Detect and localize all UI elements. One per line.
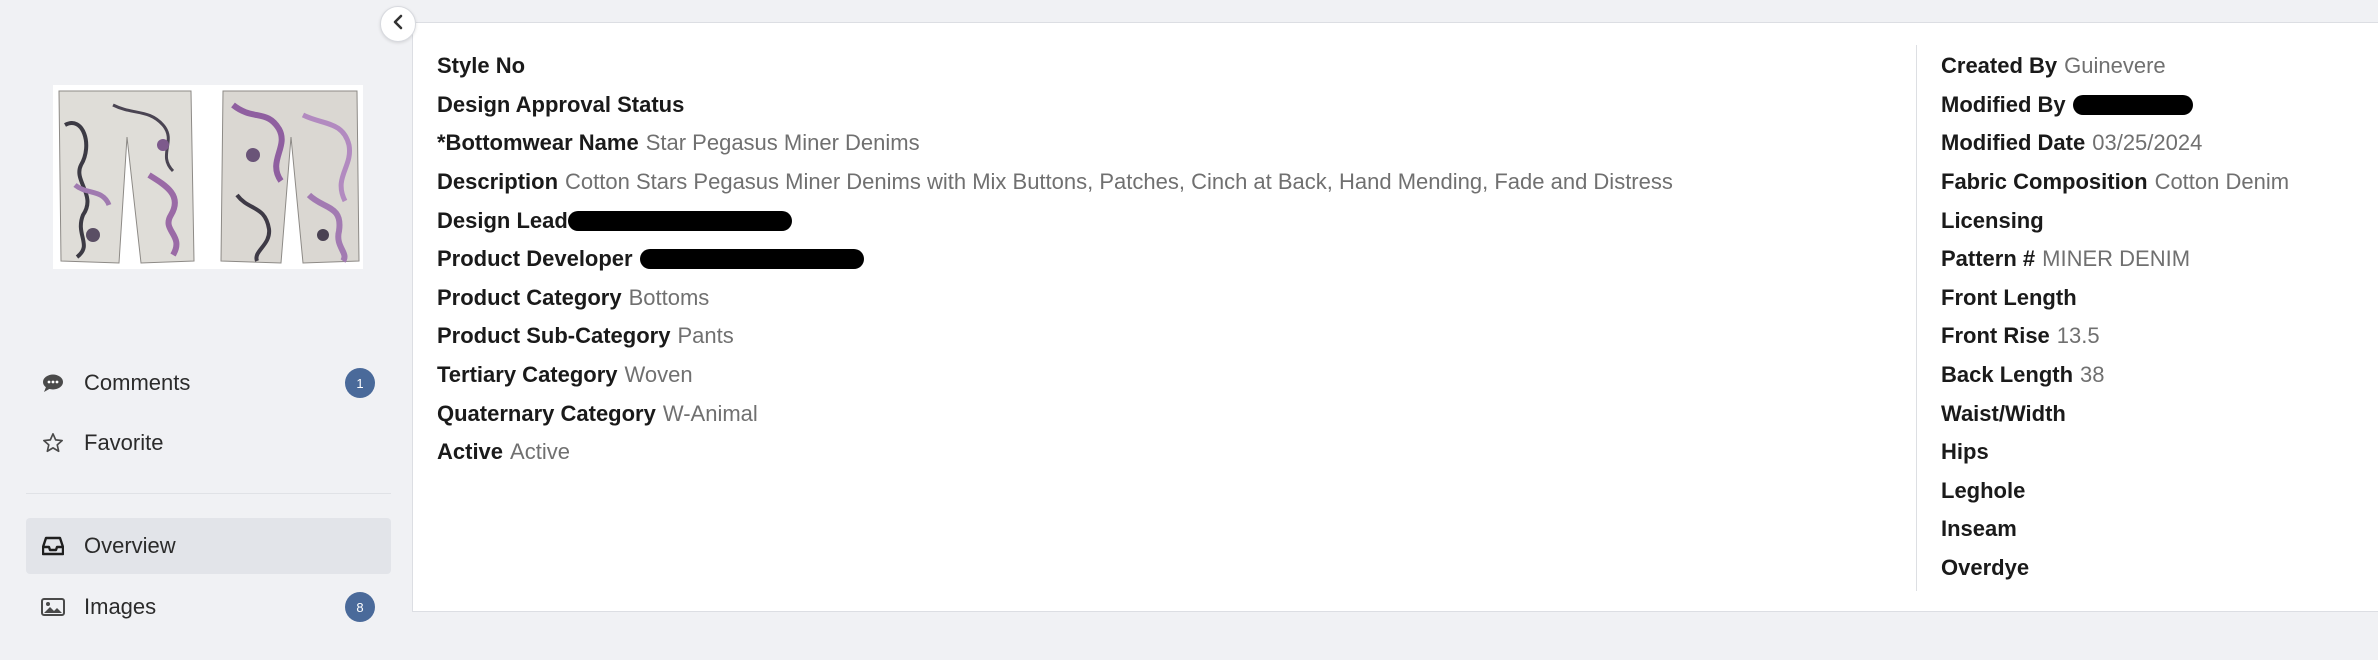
field-back-length: Back Length 38 [1941,356,2371,395]
field-hips: Hips [1941,433,2371,472]
field-label: Waist/Width [1941,400,2066,426]
field-value: 03/25/2024 [2092,130,2203,156]
images-count-badge: 8 [345,592,375,622]
field-label: Design Approval Status [437,91,685,117]
field-label: Description [437,169,559,195]
redacted-value [567,210,792,231]
field-value: Pants [677,323,734,349]
field-label: Design Lead [437,207,568,233]
field-leghole: Leghole [1941,472,2371,511]
sidebar-divider [26,493,391,494]
sidebar-item-images[interactable]: Images 8 [26,579,391,635]
sidebar-item-label: Favorite [84,430,164,455]
field-label: Product Category [437,284,622,310]
star-outline-icon [40,430,66,456]
field-modified-by: Modified By [1941,86,2371,125]
field-modified-date: Modified Date 03/25/2024 [1941,124,2371,163]
field-label: Modified By [1941,91,2066,117]
field-label: *Bottomwear Name [437,130,639,156]
product-thumbnail[interactable] [53,85,363,269]
field-value: Cotton Denim [2154,169,2290,195]
inbox-icon [40,533,66,559]
field-label: Active [437,439,504,465]
field-value: 38 [2080,362,2105,388]
comments-count-badge: 1 [345,368,375,398]
sidebar-item-label: Overview [84,533,176,558]
field-label: Inseam [1941,516,2017,542]
field-label: Back Length [1941,362,2074,388]
field-label: Pattern # [1941,246,2036,272]
sidebar-item-comments[interactable]: Comments 1 [26,355,391,411]
field-licensing: Licensing [1941,201,2371,240]
field-created-by: Created By Guinevere [1941,47,2371,86]
field-inseam: Inseam [1941,510,2371,549]
field-label: Fabric Composition [1941,169,2148,195]
sidebar: Comments 1 Favorite Overview Images 8 [0,0,402,660]
field-label: Quaternary Category [437,400,656,426]
field-overdye: Overdye [1941,549,2371,588]
field-fabric-composition: Fabric Composition Cotton Denim [1941,163,2371,202]
sidebar-item-favorite[interactable]: Favorite [26,415,391,471]
sidebar-item-overview[interactable]: Overview [26,518,391,574]
sidebar-item-label: Comments [84,370,191,395]
field-waist-width: Waist/Width [1941,394,2371,433]
field-label: Product Sub-Category [437,323,671,349]
redacted-value [2072,94,2193,115]
field-front-length: Front Length [1941,279,2371,318]
field-label: Front Length [1941,284,2077,310]
collapse-sidebar-button[interactable] [380,6,416,42]
field-label: Modified Date [1941,130,2086,156]
field-value: Star Pegasus Miner Denims [645,130,920,156]
field-value: 13.5 [2056,323,2100,349]
field-label: Created By [1941,53,2058,79]
field-value: Cotton Stars Pegasus Miner Denims with M… [565,169,1673,195]
field-value: Woven [624,362,693,388]
details-right-column: Created By Guinevere Modified By Modifie… [1941,47,2371,587]
field-value: Guinevere [2064,53,2166,79]
chevron-left-icon [391,14,405,35]
field-label: Product Developer [437,246,633,272]
field-front-rise: Front Rise 13.5 [1941,317,2371,356]
field-value: W-Animal [662,400,758,426]
field-pattern-number: Pattern # MINER DENIM [1941,240,2371,279]
field-value: MINER DENIM [2042,246,2191,272]
column-divider [1916,45,1917,591]
speech-bubble-icon [40,370,66,396]
field-value: Bottoms [628,284,710,310]
field-label: Tertiary Category [437,362,618,388]
field-label: Leghole [1941,477,2026,503]
sidebar-item-label: Images [84,594,157,619]
field-label: Style No [437,53,526,79]
field-label: Front Rise [1941,323,2050,349]
redacted-value [639,249,864,270]
overview-card: Style No Design Approval Status *Bottomw… [412,22,2378,612]
field-value: Active [510,439,570,465]
field-label: Overdye [1941,555,2030,581]
field-label: Hips [1941,439,1989,465]
field-label: Licensing [1941,207,2044,233]
image-icon [40,594,66,620]
